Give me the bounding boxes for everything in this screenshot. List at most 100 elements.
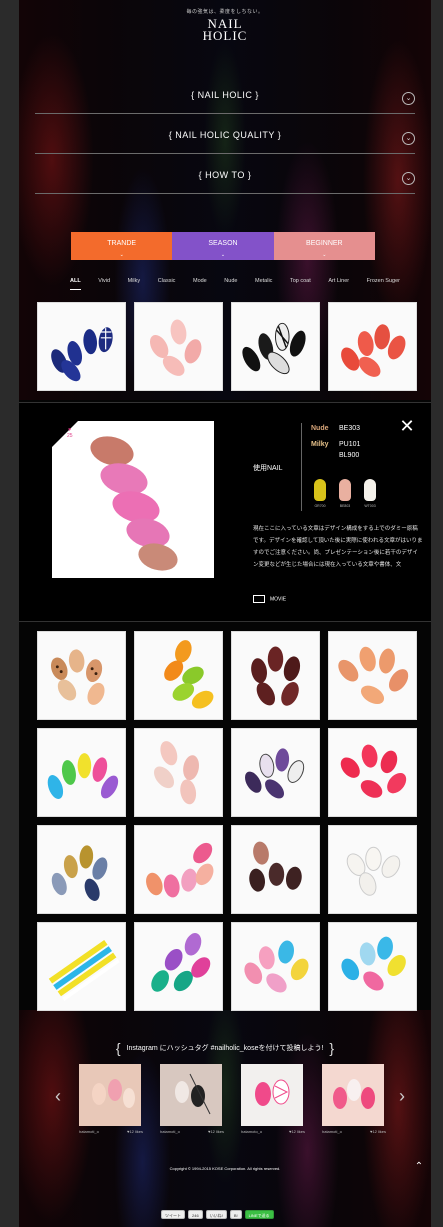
- nail-thumbnail[interactable]: [231, 302, 320, 391]
- instagram-photo: [79, 1064, 141, 1126]
- nail-thumbnail[interactable]: [37, 922, 126, 1011]
- instagram-photo: [160, 1064, 222, 1126]
- chevron-right-icon[interactable]: ›: [399, 1086, 405, 1107]
- code-key: Nude: [311, 425, 329, 432]
- tweet-button[interactable]: ツイート: [161, 1210, 185, 1219]
- detail-description: 現在ここに入っている文章はデザイン構成をする上でのダミー原稿です。デザインを確認…: [253, 526, 423, 568]
- nail-thumbnail[interactable]: [328, 302, 417, 391]
- category-vivid[interactable]: Vivid: [98, 278, 110, 290]
- category-milky[interactable]: Milky: [128, 278, 141, 290]
- instagram-photo: [322, 1064, 384, 1126]
- nail-detail-panel: ♥ 25 使用NAIL Nude BE303 Milky PU101 BL900 ✕…: [19, 402, 431, 622]
- nail-thumbnail[interactable]: [328, 631, 417, 720]
- post-user: hatamoti_o: [322, 1129, 342, 1134]
- used-nail-label: 使用NAIL: [253, 465, 283, 472]
- nail-thumbnail[interactable]: [231, 825, 320, 914]
- nail-design-image: [48, 939, 120, 1001]
- category-filter: ALL Vivid Milky Classic Mode Nude Metali…: [70, 278, 400, 290]
- chevron-down-icon: ⌄: [402, 132, 415, 145]
- nail-thumbnail[interactable]: [328, 825, 417, 914]
- hatena-bookmark-button[interactable]: B!: [229, 1210, 242, 1219]
- nail-thumbnail[interactable]: [134, 302, 223, 391]
- code-value: PU101: [339, 441, 361, 448]
- nail-design-image: [242, 322, 306, 375]
- nav-label: { NAIL HOLIC QUALITY }: [168, 130, 282, 140]
- swatch-be803[interactable]: [339, 479, 351, 501]
- divider: [301, 423, 302, 511]
- tab-season[interactable]: SEASON ⌄: [172, 232, 274, 260]
- instagram-photo: [241, 1064, 303, 1126]
- nav-label: { HOW TO }: [198, 170, 252, 180]
- nail-thumbnail[interactable]: [231, 922, 320, 1011]
- nail-thumbnail[interactable]: [134, 631, 223, 720]
- nail-thumbnail[interactable]: [231, 631, 320, 720]
- nail-thumbnail[interactable]: [134, 922, 223, 1011]
- nav-how-to[interactable]: { HOW TO } ⌄: [35, 164, 415, 194]
- post-likes: ♥12 likes: [208, 1129, 224, 1134]
- line-share-button[interactable]: LINEで送る: [244, 1210, 274, 1219]
- page: 毎の強気は、柔度をしちない。 NAIL HOLIC { NAIL HOLIC }…: [0, 0, 443, 1227]
- instagram-post[interactable]: hatamoti_o ♥12 likes: [322, 1064, 386, 1140]
- instagram-post[interactable]: hatamoti_o ♥12 likes: [160, 1064, 224, 1140]
- nail-design-image: [244, 940, 309, 993]
- post-meta: hatamoti_o ♥12 likes: [79, 1129, 143, 1134]
- nail-thumbnail[interactable]: [134, 825, 223, 914]
- nail-thumbnail[interactable]: [328, 728, 417, 817]
- instagram-post[interactable]: hatamoti_o ♥12 likes: [79, 1064, 143, 1140]
- movie-link[interactable]: MOVIE: [253, 595, 286, 603]
- nail-design-image: [249, 841, 302, 892]
- nail-design-image: [346, 846, 401, 896]
- nav-nail-holic[interactable]: { NAIL HOLIC } ⌄: [35, 84, 415, 114]
- nail-design-image: [146, 842, 214, 898]
- tweet-count: 246: [188, 1210, 203, 1219]
- nail-thumbnail[interactable]: [37, 728, 126, 817]
- nail-design-image: [149, 319, 202, 376]
- instagram-post[interactable]: hatamoto_o ♥12 likes: [241, 1064, 305, 1140]
- facebook-like-button[interactable]: いいね!: [205, 1210, 227, 1219]
- post-user: hatamoto_o: [241, 1129, 263, 1134]
- nail-holic-logo[interactable]: NAIL HOLIC: [197, 17, 253, 48]
- tab-label: TRANDE: [107, 240, 137, 247]
- code-value: BL900: [339, 452, 360, 459]
- swatch-wt003[interactable]: [364, 479, 376, 501]
- tagline: 毎の強気は、柔度をしちない。: [186, 9, 264, 15]
- nail-thumbnail[interactable]: [37, 302, 126, 391]
- chevron-left-icon[interactable]: ‹: [55, 1086, 61, 1107]
- nail-design-image: [51, 327, 113, 382]
- copyright: Copyright © 1994-2015 KOSE Corporation. …: [169, 1166, 281, 1171]
- chevron-down-icon: ⌄: [402, 92, 415, 105]
- category-frozen-suger[interactable]: Frozen Suger: [367, 278, 400, 290]
- tab-trande[interactable]: TRANDE ⌄: [71, 232, 173, 260]
- share-buttons: ツイート 246 いいね! B! LINEで送る: [161, 1210, 274, 1219]
- category-top-coat[interactable]: Top coat: [290, 278, 311, 290]
- category-nude[interactable]: Nude: [224, 278, 237, 290]
- tab-beginner[interactable]: BEGINNER ⌄: [273, 232, 375, 260]
- category-all[interactable]: ALL: [70, 278, 81, 290]
- nail-thumbnail[interactable]: [231, 728, 320, 817]
- code-row-milky-2: BL900: [339, 452, 359, 459]
- category-metalic[interactable]: Metalic: [255, 278, 272, 290]
- close-icon[interactable]: ✕: [398, 417, 416, 435]
- like-count: 25: [67, 433, 73, 439]
- swatch-gr700[interactable]: [314, 479, 326, 501]
- nail-design-image: [153, 741, 199, 805]
- chevron-down-icon: ⌄: [119, 252, 124, 258]
- nav-nail-holic-quality[interactable]: { NAIL HOLIC QUALITY } ⌄: [35, 124, 415, 154]
- category-mode[interactable]: Mode: [193, 278, 207, 290]
- nail-design-image: [164, 640, 214, 709]
- chevron-up-icon[interactable]: ⌃: [412, 1160, 426, 1174]
- nail-thumbnail[interactable]: [328, 922, 417, 1011]
- chevron-down-icon: ⌄: [220, 252, 226, 258]
- post-meta: hatamoto_o ♥12 likes: [241, 1129, 305, 1134]
- brace-left-icon: {: [115, 1040, 121, 1056]
- nail-thumbnail[interactable]: [134, 728, 223, 817]
- like-counter[interactable]: ♥ 25: [67, 427, 73, 439]
- category-art-liner[interactable]: Art Liner: [328, 278, 349, 290]
- nail-thumbnail[interactable]: [37, 631, 126, 720]
- video-icon: [253, 595, 265, 603]
- post-likes: ♥12 likes: [370, 1129, 386, 1134]
- post-likes: ♥12 likes: [127, 1129, 143, 1134]
- nav-label: { NAIL HOLIC }: [191, 90, 259, 100]
- nail-thumbnail[interactable]: [37, 825, 126, 914]
- category-classic[interactable]: Classic: [158, 278, 176, 290]
